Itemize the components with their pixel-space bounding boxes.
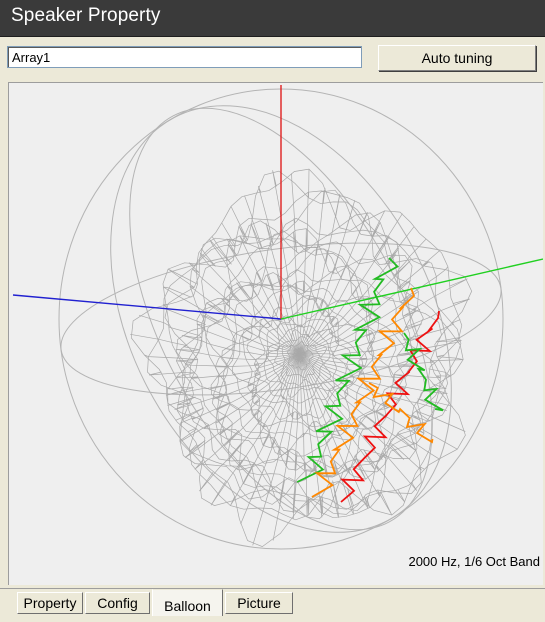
mesh-meridian (298, 212, 368, 354)
balloon-3d-view[interactable]: 2000 Hz, 1/6 Oct Band (8, 82, 543, 585)
window-title: Speaker Property (11, 5, 161, 26)
mesh-meridian (209, 236, 300, 354)
balloon-mesh (130, 168, 473, 547)
tab-balloon[interactable]: Balloon (152, 589, 223, 616)
tab-property[interactable]: Property (17, 592, 83, 614)
title-bar: Speaker Property (0, 0, 545, 37)
speaker-name-input[interactable] (7, 46, 362, 68)
x-axis-line (12, 294, 282, 320)
mesh-meridian (199, 352, 300, 492)
mesh-meridian (130, 333, 300, 360)
tab-bar: Property Config Balloon Picture (0, 588, 545, 617)
balloon-plot (12, 85, 543, 550)
toolbar: Auto tuning (0, 37, 545, 75)
mesh-meridian (162, 303, 299, 354)
mesh-ring (214, 265, 403, 471)
auto-tuning-button[interactable]: Auto tuning (378, 45, 536, 71)
tab-picture[interactable]: Picture (225, 592, 293, 614)
mesh-meridian (291, 173, 300, 354)
tab-config[interactable]: Config (85, 592, 150, 614)
mesh-meridian (138, 314, 300, 356)
frequency-status: 2000 Hz, 1/6 Oct Band (408, 554, 540, 569)
